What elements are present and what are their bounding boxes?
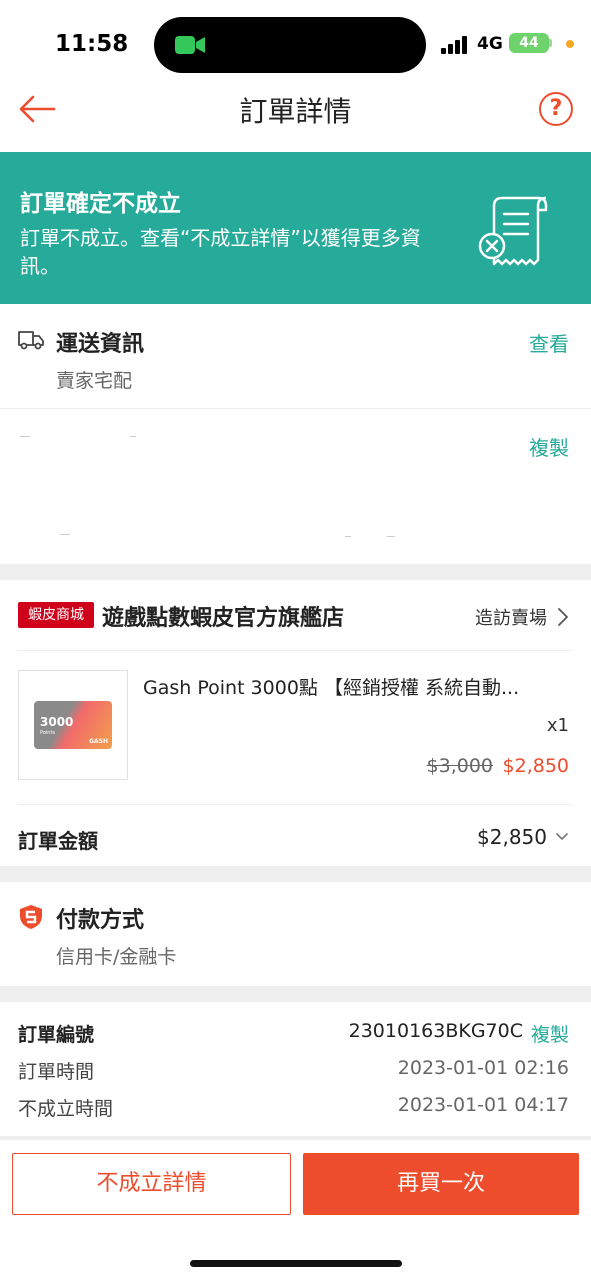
payment-title: 付款方式 bbox=[56, 908, 145, 933]
shield-icon bbox=[20, 905, 42, 929]
cancellation-details-button[interactable]: 不成立詳情 bbox=[12, 1153, 291, 1215]
card-brand-text: GASH bbox=[89, 738, 108, 745]
banner-title: 訂單確定不成立 bbox=[20, 191, 181, 217]
shipping-title: 運送資訊 bbox=[56, 332, 145, 357]
redacted-address-mark bbox=[20, 436, 30, 437]
payment-method: 信用卡/金融卡 bbox=[56, 946, 177, 968]
visit-shop-link[interactable]: 造訪賣場 bbox=[475, 604, 547, 630]
sale-price: $2,850 bbox=[502, 755, 569, 777]
product-thumbnail[interactable]: 3000 Points GASH bbox=[18, 670, 128, 780]
cancel-time-label: 不成立時間 bbox=[18, 1098, 114, 1120]
redacted-address-mark bbox=[387, 536, 395, 537]
page-title: 訂單詳情 bbox=[239, 95, 352, 128]
redacted-address-mark bbox=[345, 536, 351, 537]
dynamic-island bbox=[154, 17, 426, 73]
original-price: $3,000 bbox=[426, 755, 493, 777]
section-divider bbox=[18, 804, 573, 805]
redacted-address-mark bbox=[60, 534, 70, 535]
order-total-label: 訂單金額 bbox=[18, 829, 98, 853]
action-footer: 不成立詳情 再買一次 bbox=[0, 1140, 591, 1280]
redacted-address-mark bbox=[130, 436, 136, 437]
payment-section: 付款方式 信用卡/金融卡 bbox=[0, 882, 591, 986]
card-value-text: 3000 bbox=[40, 715, 74, 729]
gash-card-image: 3000 Points GASH bbox=[34, 701, 112, 749]
chevron-down-icon[interactable] bbox=[555, 832, 569, 842]
order-number-label: 訂單編號 bbox=[18, 1024, 95, 1046]
shop-name[interactable]: 遊戲點數蝦皮官方旗艦店 bbox=[102, 600, 344, 632]
shipping-section: 運送資訊 查看 賣家宅配 複製 bbox=[0, 304, 591, 564]
status-time: 11:58 bbox=[55, 31, 129, 57]
banner-text: 訂單不成立。查看“不成立詳情”以獲得更多資訊。 bbox=[20, 226, 421, 278]
truck-icon bbox=[18, 331, 44, 350]
card-points-text: Points bbox=[40, 730, 56, 736]
battery-icon: 44 bbox=[509, 33, 549, 53]
status-bar: 11:58 4G 44 bbox=[0, 0, 591, 80]
order-info-section: 訂單編號 23010163BKG70C 複製 訂單時間 2023-01-01 0… bbox=[0, 1002, 591, 1136]
nav-header: 訂單詳情 ? bbox=[0, 80, 591, 152]
section-divider bbox=[18, 650, 573, 651]
signal-icon bbox=[441, 34, 471, 54]
facetime-icon bbox=[175, 36, 205, 54]
home-indicator[interactable] bbox=[190, 1260, 402, 1267]
product-name[interactable]: Gash Point 3000點 【經銷授權 系統自動... bbox=[143, 673, 563, 700]
view-shipping-link[interactable]: 查看 bbox=[529, 328, 569, 357]
privacy-dot-icon bbox=[566, 40, 574, 48]
buy-again-button[interactable]: 再買一次 bbox=[303, 1153, 579, 1215]
help-icon[interactable]: ? bbox=[539, 92, 573, 126]
order-time-value: 2023-01-01 02:16 bbox=[397, 1057, 569, 1079]
chevron-right-icon[interactable] bbox=[557, 607, 569, 627]
cancel-time-value: 2023-01-01 04:17 bbox=[397, 1094, 569, 1116]
shipping-method: 賣家宅配 bbox=[56, 370, 133, 392]
network-type: 4G bbox=[477, 34, 503, 54]
order-time-label: 訂單時間 bbox=[18, 1061, 95, 1083]
battery-cap bbox=[549, 39, 552, 47]
cancelled-receipt-icon bbox=[478, 196, 548, 266]
order-total-value[interactable]: $2,850 bbox=[477, 825, 547, 849]
mall-badge: 蝦皮商城 bbox=[18, 602, 94, 628]
product-quantity: x1 bbox=[546, 715, 569, 736]
order-status-banner: 訂單確定不成立 訂單不成立。查看“不成立詳情”以獲得更多資訊。 bbox=[0, 152, 591, 304]
copy-order-number-link[interactable]: 複製 bbox=[531, 1020, 569, 1047]
shop-section: 蝦皮商城 遊戲點數蝦皮官方旗艦店 造訪賣場 3000 Points GASH G… bbox=[0, 580, 591, 866]
section-divider bbox=[0, 408, 591, 409]
order-number-value: 23010163BKG70C bbox=[348, 1020, 523, 1042]
copy-address-link[interactable]: 複製 bbox=[529, 432, 569, 461]
battery-level: 44 bbox=[519, 35, 539, 51]
